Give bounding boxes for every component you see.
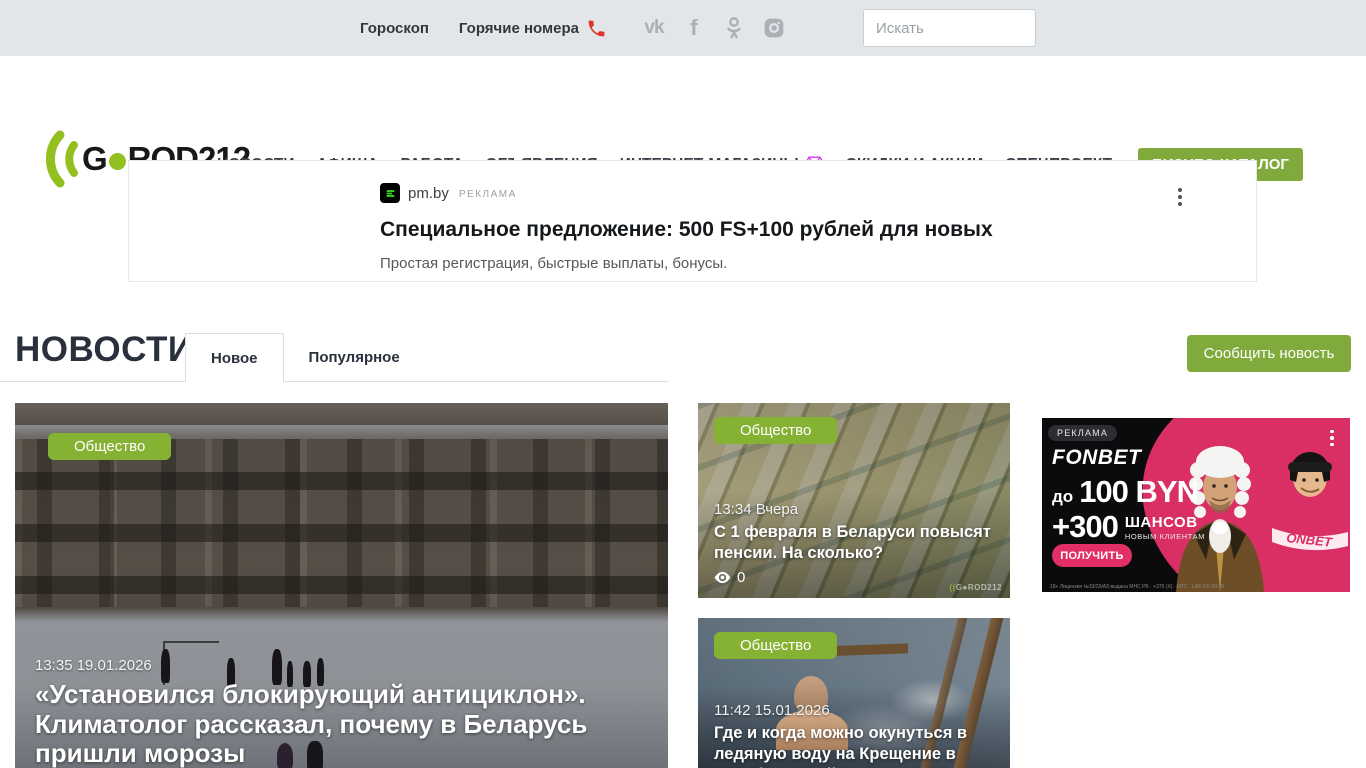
article-card-epiphany[interactable]: Общество 11:42 15.01.2026 Где и когда мо… — [698, 618, 1010, 768]
bonus-amount: +300 — [1052, 509, 1119, 544]
advertiser-name: pm.by — [408, 184, 449, 202]
social-links: vk f — [641, 15, 801, 41]
article-timestamp: 11:42 15.01.2026 — [714, 702, 830, 719]
ad-label: РЕКЛАМА — [1048, 425, 1118, 441]
phone-icon — [588, 20, 605, 36]
site-header: GROD212.by НОВОСТИ АФИША РАБОТА ОБЪЯВЛЕН… — [0, 56, 1366, 189]
photo-watermark: ((G●ROD212 — [949, 583, 1002, 592]
tab-popular[interactable]: Популярное — [284, 333, 425, 382]
logo-arcs-icon — [46, 130, 78, 188]
top-utility-bar: Гороскоп Горячие номера vk f — [0, 0, 1366, 56]
category-badge[interactable]: Общество — [714, 417, 838, 444]
ad-legal-text: 18+ Лицензия №33/20/АЗ выдана МНС РБ · +… — [1050, 584, 1225, 590]
views-count: 0 — [737, 569, 746, 586]
top-ad-banner[interactable]: pm.by РЕКЛАМА Специальное предложение: 5… — [128, 160, 1257, 282]
ad-subtitle: Простая регистрация, быстрые выплаты, бо… — [380, 255, 728, 272]
vk-icon[interactable]: vk — [641, 15, 667, 41]
ad-label: РЕКЛАМА — [458, 188, 517, 200]
article-title[interactable]: «Установился блокирующий антициклон». Кл… — [35, 679, 668, 768]
hot-numbers-link[interactable]: Горячие номера — [459, 20, 579, 37]
facebook-icon[interactable]: f — [681, 15, 707, 41]
offer-amount: 100 BYN — [1079, 474, 1199, 509]
logo-dot — [108, 153, 126, 170]
eye-icon — [714, 571, 731, 584]
ad-menu-icon[interactable] — [1330, 428, 1334, 448]
article-timestamp: 13:35 19.01.2026 — [35, 657, 152, 674]
ad-title[interactable]: Специальное предложение: 500 FS+100 рубл… — [380, 218, 1180, 242]
category-badge[interactable]: Общество — [48, 433, 172, 460]
offer-prefix: до — [1052, 487, 1074, 506]
article-card-pensions[interactable]: Общество 13:34 Вчера С 1 февраля в Белар… — [698, 403, 1010, 598]
article-card-main[interactable]: Общество 13:35 19.01.2026 «Установился б… — [15, 403, 668, 768]
article-title[interactable]: С 1 февраля в Беларуси повысят пенсии. Н… — [714, 522, 994, 564]
article-title[interactable]: Где и когда можно окунуться в ледяную во… — [714, 723, 996, 768]
odnoklassniki-icon[interactable] — [721, 15, 747, 41]
horoscope-link[interactable]: Гороскоп — [360, 20, 429, 37]
bonus-note: НОВЫМ КЛИЕНТАМ — [1124, 531, 1206, 541]
page-title: НОВОСТИ — [15, 330, 194, 369]
search-input[interactable] — [862, 9, 1036, 47]
news-tabs: Новое Популярное — [185, 333, 425, 382]
tab-new[interactable]: Новое — [185, 333, 284, 382]
fonbet-logo: FONBET — [1052, 446, 1142, 469]
article-timestamp: 13:34 Вчера — [714, 501, 799, 518]
advertiser-logo-icon — [380, 183, 400, 203]
report-news-button[interactable]: Сообщить новость — [1187, 335, 1351, 372]
fonbet-ad-banner[interactable]: ONBET РЕКЛАМА FONBET до 100 BYN +300 ШАН… — [1042, 418, 1350, 592]
bonus-unit: ШАНСОВ — [1124, 513, 1198, 531]
category-badge[interactable]: Общество — [714, 632, 838, 659]
instagram-icon[interactable] — [761, 15, 787, 41]
get-bonus-button[interactable]: ПОЛУЧИТЬ — [1052, 544, 1132, 567]
